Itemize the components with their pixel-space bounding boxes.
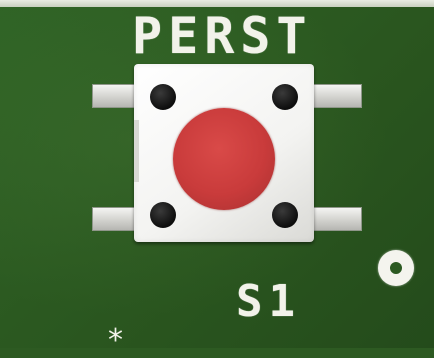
switch-corner-hole-bottom-right (272, 202, 298, 228)
switch-body-notch (134, 120, 139, 182)
pin1-star-marker: * (108, 323, 123, 358)
switch-pin-top-right (312, 84, 362, 108)
pcb-board: PERST S1 * (0, 0, 434, 356)
switch-label-perst: PERST (132, 7, 313, 65)
switch-corner-hole-top-left (150, 84, 176, 110)
board-edge-silkscreen-line (0, 0, 434, 7)
switch-corner-hole-top-right (272, 84, 298, 110)
switch-pin-top-left (92, 84, 138, 108)
switch-pin-bottom-right (312, 207, 362, 231)
switch-pin-bottom-left (92, 207, 138, 231)
switch-designator-s1: S1 (236, 276, 301, 327)
via-drill-hole (390, 262, 402, 274)
tactile-switch-body (134, 64, 314, 242)
red-push-button-actuator[interactable] (173, 108, 275, 210)
switch-corner-hole-bottom-left (150, 202, 176, 228)
via-pad (378, 250, 414, 286)
